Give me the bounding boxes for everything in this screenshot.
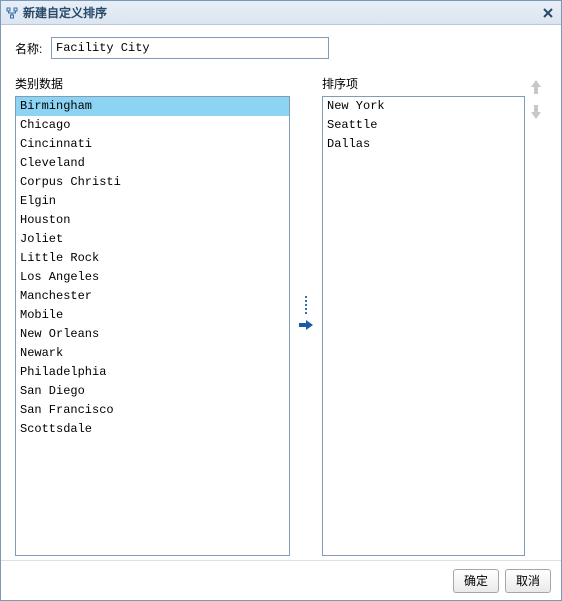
lists-row: 类别数据 BirminghamChicagoCincinnatiClevelan…	[15, 75, 547, 556]
list-item[interactable]: Manchester	[16, 287, 289, 306]
sort-column: 排序项 New YorkSeattleDallas	[322, 75, 525, 556]
cancel-button[interactable]: 取消	[505, 569, 551, 593]
reorder-column	[525, 75, 547, 556]
name-label: 名称:	[15, 40, 51, 57]
category-column: 类别数据 BirminghamChicagoCincinnatiClevelan…	[15, 75, 290, 556]
close-button[interactable]	[539, 4, 557, 22]
list-item[interactable]: Dallas	[323, 135, 524, 154]
content-area: 名称: 类别数据 BirminghamChicagoCincinnatiClev…	[1, 25, 561, 560]
list-item[interactable]: San Francisco	[16, 401, 289, 420]
list-item[interactable]: Newark	[16, 344, 289, 363]
move-down-button[interactable]	[529, 104, 543, 123]
list-item[interactable]: Cleveland	[16, 154, 289, 173]
list-item[interactable]: Corpus Christi	[16, 173, 289, 192]
dialog-title: 新建自定义排序	[23, 4, 539, 21]
dialog: 新建自定义排序 名称: 类别数据 BirminghamChicagoCincin…	[0, 0, 562, 601]
list-item[interactable]: New York	[323, 97, 524, 116]
list-item[interactable]: Joliet	[16, 230, 289, 249]
footer: 确定 取消	[1, 560, 561, 600]
list-item[interactable]: Cincinnati	[16, 135, 289, 154]
sort-icon	[5, 6, 19, 20]
list-item[interactable]: Birmingham	[16, 97, 289, 116]
arrow-up-icon	[529, 79, 543, 95]
list-item[interactable]: Los Angeles	[16, 268, 289, 287]
name-row: 名称:	[15, 37, 547, 59]
category-label: 类别数据	[15, 75, 290, 92]
list-item[interactable]: Scottsdale	[16, 420, 289, 439]
list-item[interactable]: Mobile	[16, 306, 289, 325]
drag-handle-icon[interactable]	[305, 296, 307, 314]
list-item[interactable]: New Orleans	[16, 325, 289, 344]
list-item[interactable]: Chicago	[16, 116, 289, 135]
arrow-right-icon	[298, 318, 314, 332]
list-item[interactable]: Seattle	[323, 116, 524, 135]
list-item[interactable]: Elgin	[16, 192, 289, 211]
move-right-button[interactable]	[298, 318, 314, 335]
move-up-button[interactable]	[529, 79, 543, 98]
list-item[interactable]: Houston	[16, 211, 289, 230]
name-input[interactable]	[51, 37, 329, 59]
close-icon	[543, 8, 553, 18]
list-item[interactable]: Philadelphia	[16, 363, 289, 382]
ok-button[interactable]: 确定	[453, 569, 499, 593]
titlebar: 新建自定义排序	[1, 1, 561, 25]
sort-list[interactable]: New YorkSeattleDallas	[322, 96, 525, 556]
list-item[interactable]: Little Rock	[16, 249, 289, 268]
transfer-column	[290, 75, 322, 556]
category-list[interactable]: BirminghamChicagoCincinnatiClevelandCorp…	[15, 96, 290, 556]
sort-label: 排序项	[322, 75, 525, 92]
arrow-down-icon	[529, 104, 543, 120]
list-item[interactable]: San Diego	[16, 382, 289, 401]
